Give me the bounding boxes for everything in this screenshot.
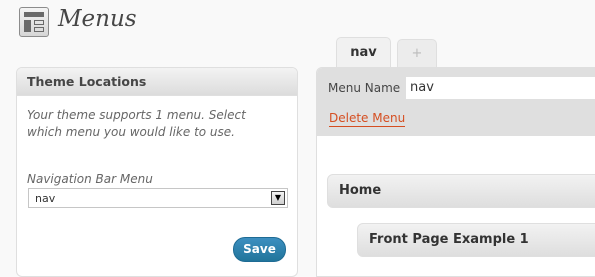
menu-name-label: Menu Name	[328, 81, 401, 95]
delete-menu-link[interactable]: Delete Menu	[329, 111, 406, 127]
page-title: Menus	[58, 6, 137, 32]
menus-icon	[19, 7, 49, 37]
chevron-down-icon[interactable]: ▼	[271, 191, 285, 205]
menu-name-input[interactable]: nav	[405, 76, 595, 100]
tab-nav[interactable]: nav	[336, 37, 391, 68]
navigation-bar-menu-select[interactable]: nav ▼	[28, 188, 288, 208]
theme-locations-title: Theme Locations	[17, 68, 297, 96]
menu-item-front-page-example-1[interactable]: Front Page Example 1	[357, 223, 595, 257]
tab-add-menu[interactable]: +	[397, 39, 437, 68]
navigation-bar-menu-value: nav	[35, 192, 56, 205]
menu-edit-panel: Menu Name nav Delete Menu Home Front Pag…	[316, 67, 595, 277]
theme-locations-description: Your theme supports 1 menu. Select which…	[27, 108, 246, 139]
navigation-bar-menu-label: Navigation Bar Menu	[27, 172, 153, 186]
menu-item-home[interactable]: Home	[327, 174, 595, 208]
save-button[interactable]: Save	[233, 237, 286, 262]
theme-locations-panel: Theme Locations Your theme supports 1 me…	[16, 67, 298, 277]
menu-edit-header: Menu Name nav Delete Menu	[317, 68, 595, 136]
